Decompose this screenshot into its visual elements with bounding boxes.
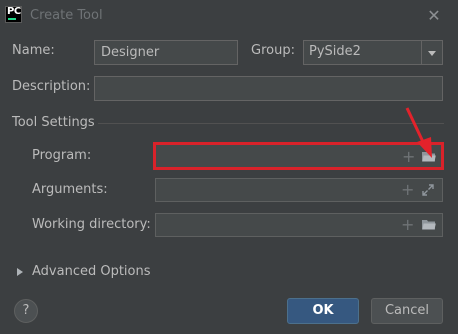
annotation-arrow: [405, 107, 432, 158]
tool-settings-heading: Tool Settings: [12, 115, 95, 130]
description-label: Description:: [12, 79, 91, 94]
plus-icon[interactable]: +: [401, 182, 414, 198]
name-label: Name:: [12, 43, 55, 58]
group-combobox-value: PySide2: [309, 44, 361, 59]
close-icon[interactable]: ✕: [423, 5, 445, 27]
advanced-options-label: Advanced Options: [32, 264, 151, 279]
description-input[interactable]: [94, 76, 443, 101]
arguments-label: Arguments:: [32, 182, 108, 197]
help-icon[interactable]: ?: [14, 299, 38, 323]
cancel-button[interactable]: Cancel: [371, 298, 443, 324]
working-directory-field[interactable]: +: [155, 213, 443, 237]
name-input[interactable]: Designer: [94, 40, 238, 65]
dropdown-arrow-icon[interactable]: [421, 41, 442, 64]
group-combobox[interactable]: PySide2: [303, 40, 443, 65]
title-bar: PC Create Tool ✕: [0, 0, 458, 31]
window-title: Create Tool: [30, 8, 103, 23]
chevron-right-icon: [17, 268, 23, 276]
pycharm-app-icon: PC: [5, 6, 22, 23]
expand-icon[interactable]: [422, 184, 434, 196]
app-icon-text: PC: [7, 6, 21, 17]
working-directory-label: Working directory:: [32, 217, 151, 232]
ok-button[interactable]: OK: [287, 298, 359, 324]
program-label: Program:: [32, 148, 92, 163]
arguments-field[interactable]: +: [155, 178, 443, 202]
group-label: Group:: [251, 43, 295, 58]
section-divider: [98, 123, 444, 124]
folder-icon[interactable]: [422, 219, 436, 230]
plus-icon[interactable]: +: [401, 217, 414, 233]
